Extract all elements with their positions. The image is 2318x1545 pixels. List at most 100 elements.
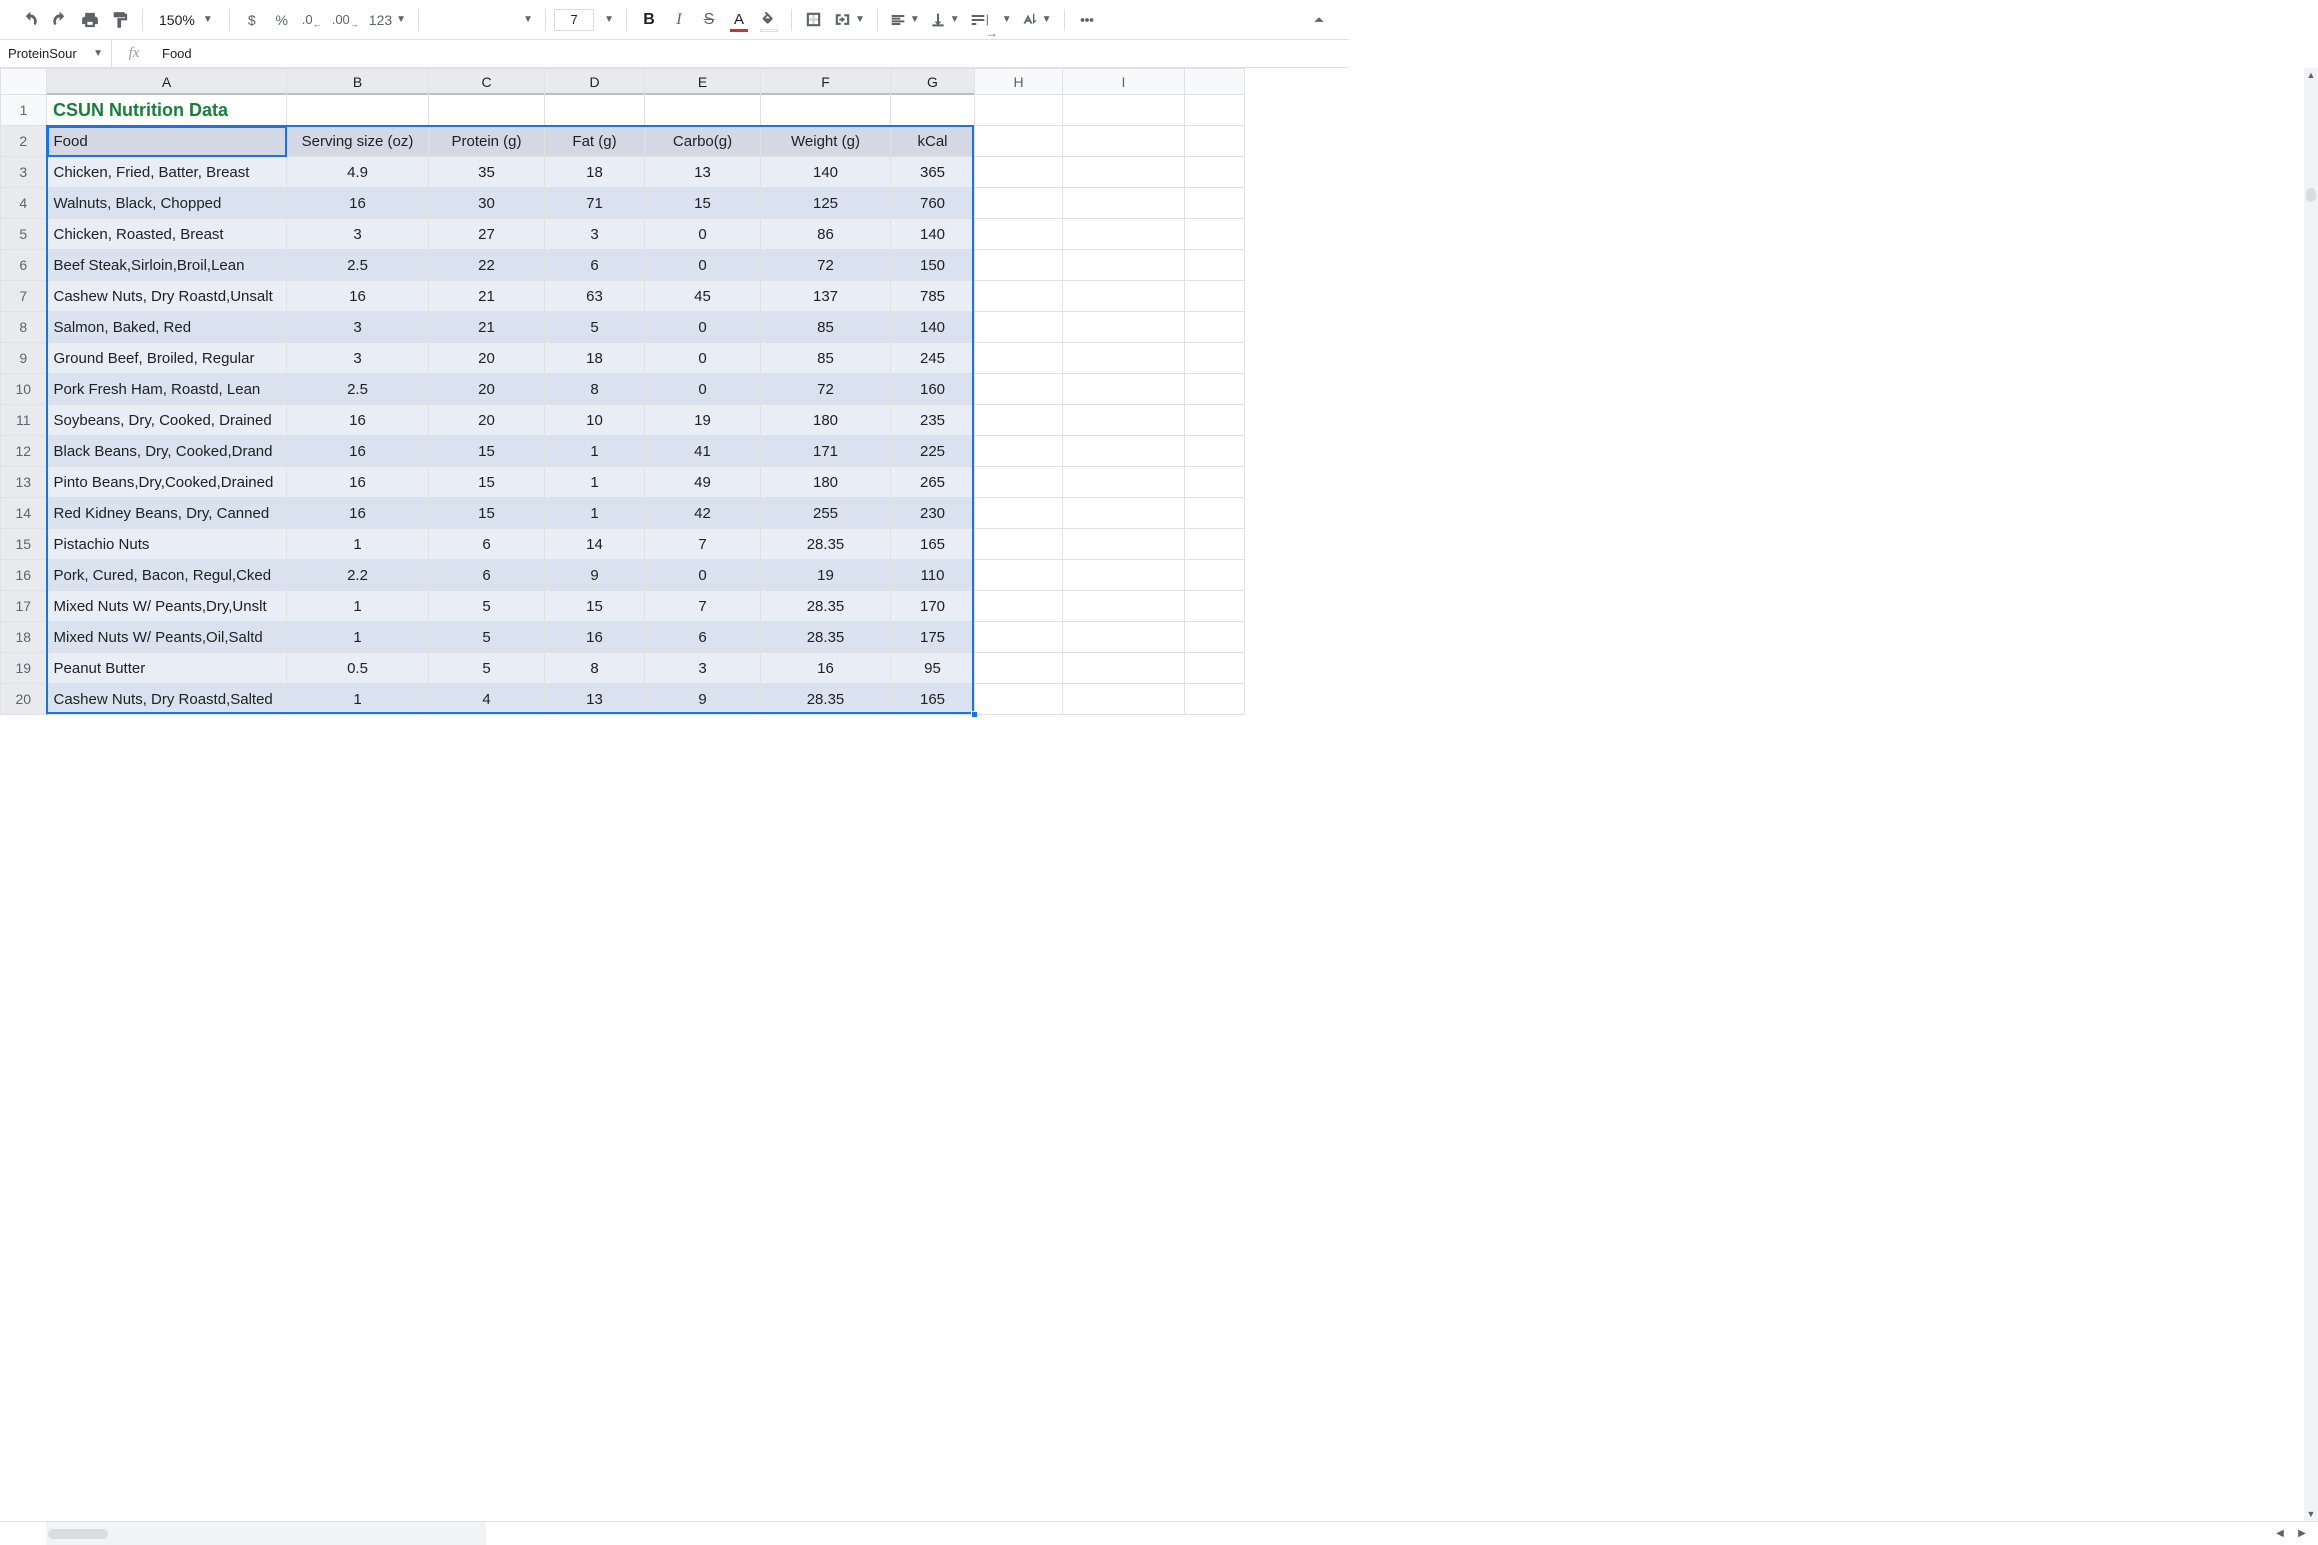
row-header[interactable]: 13 — [1, 467, 47, 498]
data-cell[interactable]: 6 — [545, 250, 645, 281]
data-cell[interactable]: 16 — [761, 653, 891, 684]
vertical-align-button[interactable]: ▼ — [926, 6, 964, 34]
cell[interactable] — [1063, 467, 1185, 498]
cell[interactable] — [1063, 591, 1185, 622]
cell[interactable] — [1063, 653, 1185, 684]
cell[interactable] — [1185, 653, 1245, 684]
cell[interactable] — [975, 684, 1063, 715]
cell[interactable] — [891, 95, 975, 126]
data-cell[interactable]: 1 — [545, 498, 645, 529]
data-cell[interactable]: 0 — [645, 312, 761, 343]
data-cell[interactable]: 3 — [545, 219, 645, 250]
data-cell[interactable]: 30 — [429, 188, 545, 219]
percent-format-button[interactable]: % — [268, 6, 296, 34]
data-cell[interactable]: 165 — [891, 529, 975, 560]
data-cell[interactable]: 0 — [645, 374, 761, 405]
text-wrap-button[interactable]: |→ ▼ — [966, 6, 1016, 34]
cell[interactable] — [287, 95, 429, 126]
cell[interactable] — [1063, 95, 1185, 126]
vscroll-thumb[interactable] — [2306, 188, 2316, 202]
data-cell[interactable]: 28.35 — [761, 529, 891, 560]
cell[interactable] — [545, 95, 645, 126]
zoom-select[interactable]: 150% ▼ — [151, 6, 221, 34]
data-cell[interactable]: 3 — [287, 343, 429, 374]
data-cell[interactable]: 28.35 — [761, 622, 891, 653]
paint-format-button[interactable] — [106, 6, 134, 34]
table-header-cell[interactable]: kCal — [891, 126, 975, 157]
horizontal-scrollbar[interactable] — [46, 1522, 486, 1545]
data-cell[interactable]: 175 — [891, 622, 975, 653]
data-cell[interactable]: 6 — [645, 622, 761, 653]
data-cell[interactable]: 160 — [891, 374, 975, 405]
cell[interactable] — [1063, 343, 1185, 374]
scroll-down-button[interactable]: ▼ — [2304, 1507, 2318, 1521]
data-cell[interactable]: 10 — [545, 405, 645, 436]
data-cell[interactable]: 171 — [761, 436, 891, 467]
data-cell[interactable]: 255 — [761, 498, 891, 529]
data-cell[interactable]: 165 — [891, 684, 975, 715]
row-header[interactable]: 3 — [1, 157, 47, 188]
row-header[interactable]: 12 — [1, 436, 47, 467]
hscroll-thumb[interactable] — [48, 1529, 108, 1539]
data-cell[interactable]: 2.5 — [287, 374, 429, 405]
data-cell[interactable]: 265 — [891, 467, 975, 498]
data-cell[interactable]: 16 — [287, 281, 429, 312]
table-header-cell[interactable]: Carbo(g) — [645, 126, 761, 157]
column-header-G[interactable]: G — [891, 69, 975, 95]
more-formats-button[interactable]: 123▼ — [365, 6, 410, 34]
data-cell[interactable]: 1 — [287, 684, 429, 715]
font-size-dropdown[interactable]: ▼ — [596, 6, 618, 34]
cell[interactable] — [1063, 684, 1185, 715]
data-cell[interactable]: 72 — [761, 250, 891, 281]
borders-button[interactable] — [800, 6, 828, 34]
row-header[interactable]: 4 — [1, 188, 47, 219]
data-cell[interactable]: 5 — [429, 653, 545, 684]
cell[interactable] — [975, 312, 1063, 343]
table-header-cell[interactable]: Serving size (oz) — [287, 126, 429, 157]
cell[interactable] — [1185, 498, 1245, 529]
cell[interactable] — [975, 188, 1063, 219]
data-cell[interactable]: 16 — [287, 498, 429, 529]
data-cell[interactable]: 3 — [287, 219, 429, 250]
data-cell[interactable]: Beef Steak,Sirloin,Broil,Lean — [47, 250, 287, 281]
data-cell[interactable]: 4 — [429, 684, 545, 715]
row-header[interactable]: 17 — [1, 591, 47, 622]
cell[interactable] — [975, 498, 1063, 529]
cell[interactable] — [1185, 374, 1245, 405]
column-header-E[interactable]: E — [645, 69, 761, 95]
undo-button[interactable] — [16, 6, 44, 34]
data-cell[interactable]: 15 — [429, 436, 545, 467]
data-cell[interactable]: 110 — [891, 560, 975, 591]
cell[interactable] — [975, 281, 1063, 312]
data-cell[interactable]: 85 — [761, 312, 891, 343]
sheet-title-cell[interactable]: CSUN Nutrition Data — [47, 95, 287, 126]
data-cell[interactable]: Peanut Butter — [47, 653, 287, 684]
data-cell[interactable]: 5 — [429, 622, 545, 653]
cell[interactable] — [645, 95, 761, 126]
table-header-cell[interactable]: Weight (g) — [761, 126, 891, 157]
cell[interactable] — [1185, 157, 1245, 188]
text-rotation-button[interactable]: ▼ — [1018, 6, 1056, 34]
data-cell[interactable]: 15 — [545, 591, 645, 622]
vertical-scrollbar[interactable]: ▲ ▼ — [2304, 68, 2318, 1521]
row-header[interactable]: 11 — [1, 405, 47, 436]
cell[interactable] — [1063, 250, 1185, 281]
row-header[interactable]: 5 — [1, 219, 47, 250]
data-cell[interactable]: Mixed Nuts W/ Peants,Oil,Saltd — [47, 622, 287, 653]
data-cell[interactable]: 140 — [761, 157, 891, 188]
data-cell[interactable]: 5 — [545, 312, 645, 343]
cell[interactable] — [975, 126, 1063, 157]
data-cell[interactable]: Pistachio Nuts — [47, 529, 287, 560]
data-cell[interactable]: 16 — [287, 405, 429, 436]
data-cell[interactable]: 72 — [761, 374, 891, 405]
cell[interactable] — [1063, 436, 1185, 467]
column-header-I[interactable]: I — [1063, 69, 1185, 95]
row-header[interactable]: 7 — [1, 281, 47, 312]
data-cell[interactable]: 63 — [545, 281, 645, 312]
fill-color-button[interactable] — [755, 6, 783, 34]
scroll-up-button[interactable]: ▲ — [2304, 68, 2318, 82]
data-cell[interactable]: 1 — [287, 591, 429, 622]
cell[interactable] — [1063, 374, 1185, 405]
cell[interactable] — [975, 343, 1063, 374]
formula-input[interactable]: Food — [156, 46, 1349, 61]
